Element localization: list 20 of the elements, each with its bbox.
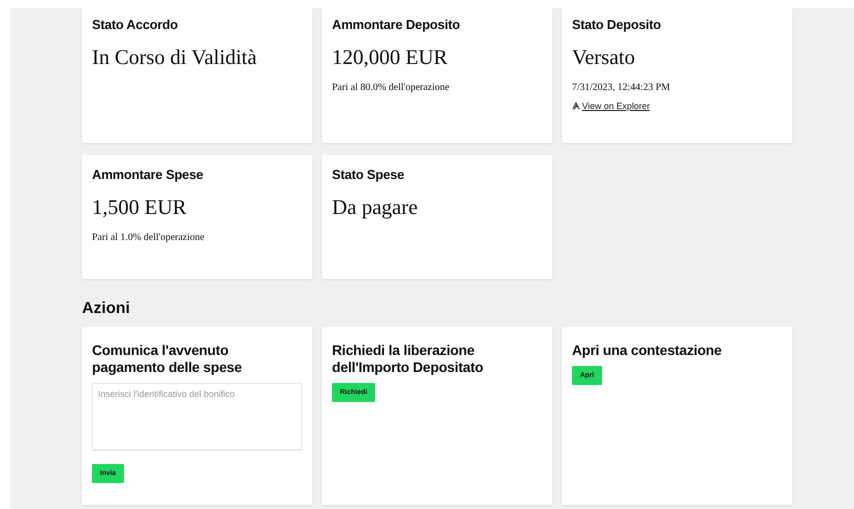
card-value: In Corso di Validità bbox=[92, 45, 258, 70]
card-title: Apri una contestazione bbox=[572, 342, 723, 359]
card-title: Richiedi la liberazione dell'Importo Depositato bbox=[332, 342, 484, 376]
section-heading: Azioni bbox=[82, 300, 131, 319]
card-title: Comunica l'avvenuto pagamento delle spese bbox=[92, 342, 243, 376]
card-value: 1,500 EUR bbox=[92, 195, 188, 220]
card-title: Stato Spese bbox=[332, 167, 406, 182]
card-title: Ammontare Deposito bbox=[332, 17, 461, 32]
card-note: 7/31/2023, 12:44:23 PM bbox=[572, 82, 672, 93]
card-value: Da pagare bbox=[332, 195, 419, 220]
card-title: Ammontare Spese bbox=[92, 167, 204, 182]
input-field[interactable]: Inserisci l'identificativo del bonifico bbox=[92, 383, 302, 450]
card-value: Versato bbox=[572, 45, 636, 70]
card-title: Stato Accordo bbox=[92, 17, 179, 32]
explorer-icon bbox=[572, 102, 580, 110]
card-title: Stato Deposito bbox=[572, 17, 662, 32]
card-note: Pari al 1.0% dell'operazione bbox=[92, 232, 206, 243]
explorer-link[interactable]: View on Explorer bbox=[582, 101, 650, 111]
card-note: Pari al 80.0% dell'operazione bbox=[332, 82, 450, 93]
card-value: 120,000 EUR bbox=[332, 45, 448, 70]
